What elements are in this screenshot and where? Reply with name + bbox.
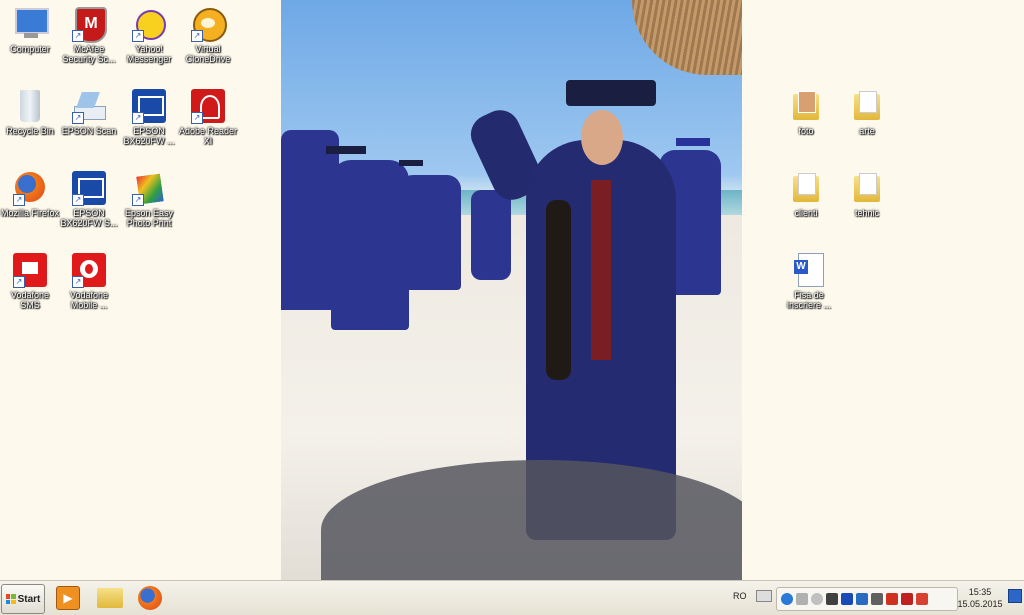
folder-arte[interactable]: arte (837, 88, 897, 136)
mcafee-shield-icon: M ↗ (71, 6, 107, 43)
media-player-icon: ▶ (56, 586, 80, 610)
vodafone-mobile-shortcut[interactable]: ↗ Vodafone Mobile ... (59, 252, 119, 310)
icon-label: Epson Easy Photo Print (124, 208, 174, 228)
update-icon[interactable] (856, 593, 868, 605)
folder-icon (849, 88, 885, 124)
epson-printer-icon: ↗ (71, 170, 107, 206)
icon-label: EPSON BX620FW S... (60, 208, 118, 228)
adobe-reader-shortcut[interactable]: ↗ Adobe Reader XI (178, 88, 238, 146)
bluetooth-icon[interactable] (841, 593, 853, 605)
icon-label: foto (798, 126, 814, 136)
wallpaper-photo (281, 0, 742, 580)
folder-foto[interactable]: foto (776, 88, 836, 136)
icon-label: arte (859, 126, 875, 136)
folder-clienti[interactable]: clienti (776, 170, 836, 218)
keyboard-icon[interactable] (756, 590, 772, 602)
epson-bx620-shortcut[interactable]: ↗ EPSON BX620FW ... (119, 88, 179, 146)
sync-icon[interactable] (916, 593, 928, 605)
epson-printer-icon: ↗ (131, 88, 167, 124)
mcafee-shortcut[interactable]: M ↗ McAfee Security Sc... (59, 6, 119, 64)
start-button[interactable]: Start (1, 584, 45, 614)
taskbar-firefox[interactable] (130, 584, 170, 612)
system-tray (776, 587, 958, 611)
icon-label: Adobe Reader XI (178, 126, 238, 146)
icon-label: EPSON BX620FW ... (123, 126, 175, 146)
icon-label: Computer (10, 44, 50, 54)
word-document-fisa[interactable]: W Fisa de inscriere ... (779, 252, 839, 310)
folder-tehnic[interactable]: tehnic (837, 170, 897, 218)
windows-logo-icon (5, 594, 16, 604)
icon-label: Fisa de inscriere ... (786, 290, 831, 310)
firefox-icon: ↗ (12, 170, 48, 206)
volume-icon[interactable] (796, 593, 808, 605)
firefox-shortcut[interactable]: ↗ Mozilla Firefox (0, 170, 60, 218)
desktop: Computer Recycle Bin ↗ Mozilla Firefox ↗… (0, 0, 1024, 580)
folder-icon (788, 88, 824, 124)
show-desktop-button[interactable] (1008, 589, 1022, 603)
yahoo-messenger-shortcut[interactable]: ↗ Yahoo! Messenger (119, 6, 179, 64)
antivirus-icon[interactable] (826, 593, 838, 605)
folder-icon (788, 170, 824, 206)
word-document-icon: W (791, 252, 827, 288)
vodafone-sms-shortcut[interactable]: ↗ Vodafone SMS (0, 252, 60, 310)
epson-bx620-s-shortcut[interactable]: ↗ EPSON BX620FW S... (59, 170, 119, 228)
icon-label: Mozilla Firefox (0, 208, 59, 218)
icon-label: Virtual CloneDrive (185, 44, 231, 64)
clock-date: 15.05.2015 (957, 599, 1003, 609)
taskbar: Start ▶ RO 15:35 15.05.2015 (0, 580, 1024, 615)
folder-icon (849, 170, 885, 206)
taskbar-explorer[interactable] (90, 584, 130, 612)
recycle-bin-shortcut[interactable]: Recycle Bin (0, 88, 60, 136)
computer-icon (12, 6, 49, 42)
icon-label: Vodafone Mobile ... (69, 290, 109, 310)
language-indicator[interactable]: RO (733, 591, 747, 601)
icon-label: EPSON Scan (61, 126, 117, 136)
computer-shortcut[interactable]: Computer (0, 6, 60, 54)
yahoo-smiley-icon: ↗ (131, 6, 167, 42)
power-icon[interactable] (901, 593, 913, 605)
printer-icon[interactable] (871, 593, 883, 605)
icon-label: Recycle Bin (6, 126, 54, 136)
scanner-icon: ↗ (71, 88, 107, 124)
vodafone-logo-icon: ↗ (71, 252, 107, 288)
adobe-reader-icon: ↗ (190, 88, 226, 124)
messenger-icon[interactable] (811, 593, 823, 605)
icon-label: clienti (794, 208, 818, 218)
virtual-clonedrive-shortcut[interactable]: ↗ Virtual CloneDrive (178, 6, 238, 64)
icon-label: McAfee Security Sc... (62, 44, 116, 64)
icon-label: Vodafone SMS (10, 290, 50, 310)
sheep-icon: ↗ (190, 6, 227, 42)
photo-print-icon: ↗ (131, 170, 167, 206)
icon-label: Yahoo! Messenger (126, 44, 172, 64)
network-icon[interactable] (781, 593, 793, 605)
epson-scan-shortcut[interactable]: ↗ EPSON Scan (59, 88, 119, 136)
firefox-icon (138, 586, 162, 610)
recycle-bin-icon (12, 88, 48, 124)
start-label: Start (17, 593, 41, 605)
folder-icon (97, 588, 123, 608)
security-icon[interactable] (886, 593, 898, 605)
vodafone-sms-icon: ↗ (12, 252, 48, 288)
epson-easy-photo-print-shortcut[interactable]: ↗ Epson Easy Photo Print (119, 170, 179, 228)
clock[interactable]: 15:35 15.05.2015 (956, 586, 1004, 610)
clock-time: 15:35 (968, 587, 992, 597)
thatch-umbrella (632, 0, 742, 75)
taskbar-media-player[interactable]: ▶ (48, 584, 88, 612)
icon-label: tehnic (854, 208, 880, 218)
